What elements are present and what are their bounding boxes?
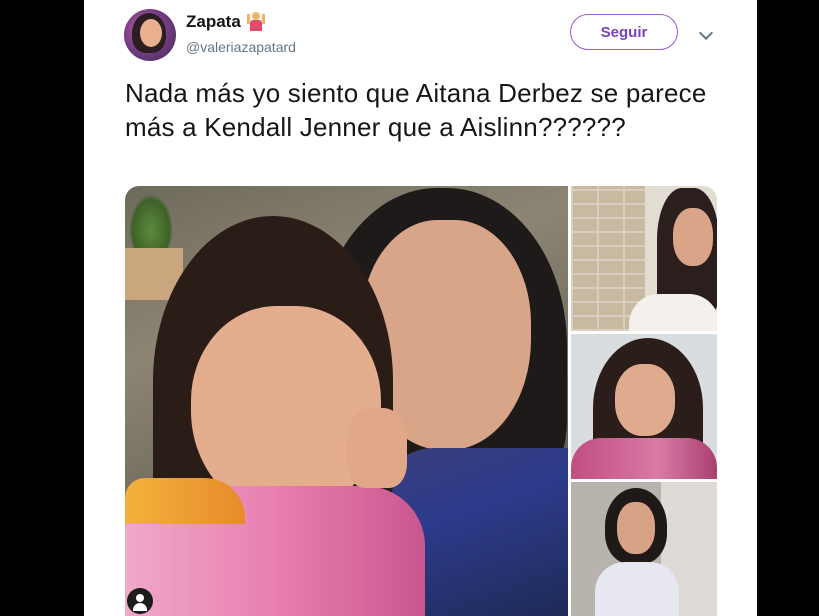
media-grid	[125, 186, 717, 616]
user-tag-body	[133, 603, 147, 611]
user-tag-icon[interactable]	[127, 588, 153, 614]
avatar-face	[140, 19, 162, 47]
media-image-2[interactable]	[571, 186, 717, 331]
author-name-row[interactable]: Zapata	[186, 12, 265, 32]
media-image-1[interactable]	[125, 186, 568, 616]
photo-dress	[595, 562, 679, 616]
emoji-head	[251, 12, 260, 20]
chevron-down-icon[interactable]	[698, 25, 714, 41]
media-image-3[interactable]	[571, 334, 717, 479]
user-tag-head	[136, 594, 144, 602]
photo-hand	[347, 408, 407, 488]
photo-face	[615, 364, 675, 436]
emoji-body	[249, 20, 262, 31]
author-avatar[interactable]	[124, 9, 176, 61]
photo-plant	[129, 194, 173, 254]
photo-shirt	[629, 294, 717, 331]
photo-face	[673, 208, 713, 266]
photo-jacket-orange	[125, 478, 245, 524]
tweet-text: Nada más yo siento que Aitana Derbez se …	[125, 78, 707, 142]
author-handle[interactable]: @valeriazapatard	[186, 39, 296, 55]
media-image-4[interactable]	[571, 482, 717, 616]
tweet-card: Zapata @valeriazapatard Seguir Nada más …	[84, 0, 757, 616]
dancer-emoji-icon	[246, 12, 265, 32]
follow-button[interactable]: Seguir	[570, 14, 678, 50]
photo-top	[571, 438, 717, 479]
emoji-arm-right	[261, 14, 265, 24]
author-name[interactable]: Zapata	[186, 12, 241, 32]
photo-face	[617, 502, 655, 554]
